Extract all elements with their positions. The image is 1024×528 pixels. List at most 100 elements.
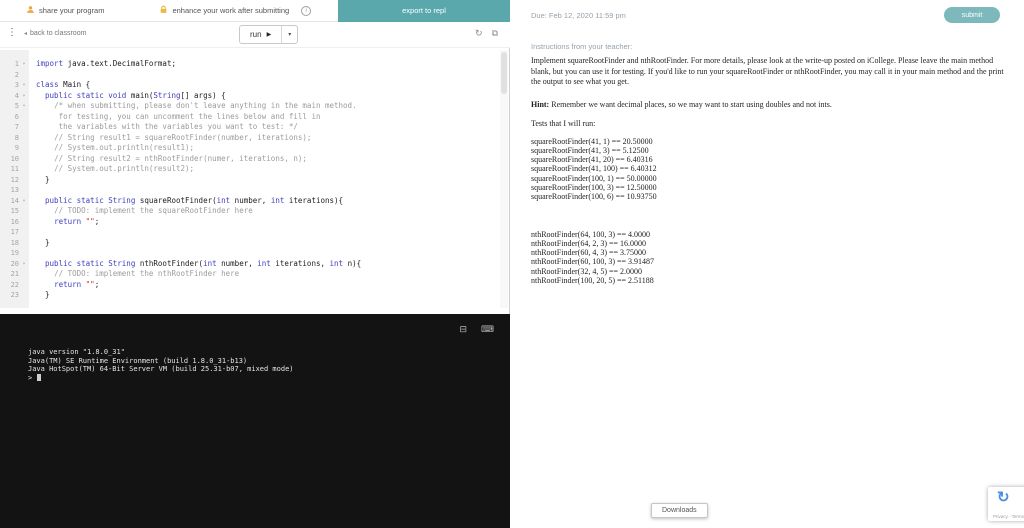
enhance-label: enhance your work after submitting <box>172 6 290 15</box>
recaptcha-badge[interactable]: ↻ Privacy - Terms <box>988 487 1024 521</box>
code-editor[interactable]: 1 ▾ import java.text.DecimalFormat; 2 3 ▾ clas… <box>0 50 502 308</box>
console-cursor <box>37 374 42 382</box>
line-number[interactable]: 5 ▾ <box>0 101 29 112</box>
line-number[interactable]: 13 <box>0 185 29 196</box>
scrollbar-thumb[interactable] <box>501 52 507 94</box>
code-line[interactable]: 14 ▾ public static String squareRootFinde… <box>0 195 502 207</box>
popout-icon[interactable]: ⧉ <box>492 28 498 39</box>
line-number[interactable]: 22 <box>0 279 29 290</box>
submit-button[interactable]: submit <box>944 7 1000 23</box>
code-line[interactable]: 16 return ""; <box>0 216 502 227</box>
test-case: nthRootFinder(64, 2, 3) == 16.0000 <box>531 238 647 248</box>
line-number[interactable]: 19 <box>0 248 29 259</box>
line-number[interactable]: 4 ▾ <box>0 90 29 102</box>
code-line[interactable]: 6 for testing, you can uncomment the lin… <box>0 111 502 122</box>
run-button[interactable]: run ▶ <box>240 26 281 43</box>
code-line[interactable]: 17 <box>0 227 502 238</box>
run-dropdown-button[interactable]: ▾ <box>281 26 297 43</box>
fold-arrow-icon <box>19 248 29 259</box>
code-line[interactable]: 19 <box>0 248 502 259</box>
code-line[interactable]: 21 // TODO: implement the nthRootFinder … <box>0 269 502 280</box>
fold-arrow-icon[interactable]: ▾ <box>19 59 29 70</box>
fold-arrow-icon[interactable]: ▾ <box>19 101 29 112</box>
console[interactable]: ⊟ ⌨ java version "1.8.0_31" Java(TM) SE R… <box>0 314 510 528</box>
lock-icon <box>159 5 168 16</box>
line-number[interactable]: 1 ▾ <box>0 59 29 70</box>
line-number[interactable]: 7 <box>0 122 29 133</box>
line-number[interactable]: 21 <box>0 269 29 280</box>
code-line[interactable]: 12 } <box>0 174 502 186</box>
code-line[interactable]: 10 // String result2 = nthRootFinder(num… <box>0 153 502 164</box>
fold-arrow-icon <box>19 70 29 81</box>
console-line: Java(TM) SE Runtime Environment (build 1… <box>28 356 248 365</box>
code-line[interactable]: 11 // System.out.println(result2); <box>0 164 502 175</box>
fold-arrow-icon[interactable]: ▾ <box>19 196 29 207</box>
code-line[interactable]: 1 ▾ import java.text.DecimalFormat; <box>0 59 502 70</box>
fold-arrow-icon <box>19 164 29 175</box>
line-number[interactable]: 11 <box>0 164 29 175</box>
person-icon <box>26 5 35 16</box>
console-prompt[interactable]: > <box>28 374 294 383</box>
test-case: nthRootFinder(64, 100, 3) == 4.0000 <box>531 229 651 239</box>
share-your-program[interactable]: share your program <box>26 5 104 16</box>
fold-arrow-icon[interactable]: ▾ <box>19 259 29 270</box>
code-line[interactable]: 23 } <box>0 290 502 301</box>
fold-arrow-icon <box>19 227 29 238</box>
refresh-icon[interactable]: ↻ <box>475 28 483 39</box>
line-number[interactable]: 9 <box>0 143 29 154</box>
share-label: share your program <box>39 6 105 15</box>
code-line[interactable]: 5 ▾ /* when submitting, please don't leav… <box>0 101 502 112</box>
line-number[interactable]: 8 <box>0 132 29 143</box>
code-line[interactable]: 4 ▾ public static void main(String[] args… <box>0 90 502 102</box>
line-number[interactable]: 23 <box>0 290 29 301</box>
code-line[interactable]: 22 return ""; <box>0 279 502 290</box>
back-to-classroom-link[interactable]: ◂ back to classroom <box>24 30 86 37</box>
downloads-tooltip: Downloads <box>651 503 708 518</box>
line-number[interactable]: 17 <box>0 227 29 238</box>
console-output: java version "1.8.0_31" Java(TM) SE Runti… <box>28 348 294 382</box>
code-text: // System.out.println(result2); <box>54 164 195 173</box>
tests-header: Tests that I will run: <box>531 119 596 128</box>
code-line[interactable]: 13 <box>0 185 502 196</box>
code-text: return ""; <box>54 279 100 289</box>
kebab-menu-icon[interactable]: ⋮ <box>7 27 17 38</box>
code-line[interactable]: 15 // TODO: implement the squareRootFind… <box>0 206 502 217</box>
line-number[interactable]: 10 <box>0 153 29 164</box>
code-line[interactable]: 2 <box>0 69 502 81</box>
test-case: squareRootFinder(100, 3) == 12.50000 <box>531 182 657 192</box>
line-number[interactable]: 15 <box>0 206 29 217</box>
fold-arrow-icon <box>19 175 29 186</box>
line-number[interactable]: 6 <box>0 111 29 122</box>
line-number[interactable]: 14 ▾ <box>0 195 29 207</box>
instructions-paragraph: Implement squareRootFinder and nthRootFi… <box>531 56 1004 86</box>
keyboard-icon[interactable]: ⌨ <box>481 325 494 335</box>
code-text: // String result1 = squareRootFinder(num… <box>54 132 312 142</box>
code-text: /* when submitting, please don't leave a… <box>54 101 357 110</box>
hint-text: Remember we want decimal places, so we m… <box>551 99 832 109</box>
line-number[interactable]: 16 <box>0 216 29 227</box>
fold-arrow-icon[interactable]: ▾ <box>19 80 29 91</box>
info-icon[interactable]: i <box>301 5 312 16</box>
instructions-header: Instructions from your teacher: <box>531 42 633 51</box>
code-line[interactable]: 7 the variables with the variables you w… <box>0 122 502 133</box>
console-icons: ⊟ ⌨ <box>459 325 494 335</box>
code-line[interactable]: 9 // System.out.println(result1); <box>0 143 502 154</box>
line-number[interactable]: 18 <box>0 237 29 248</box>
line-number[interactable]: 20 ▾ <box>0 258 29 270</box>
console-pane-icon[interactable]: ⊟ <box>459 325 467 335</box>
line-number[interactable]: 2 <box>0 69 29 81</box>
code-line[interactable]: 3 ▾ class Main { <box>0 80 502 91</box>
fold-arrow-icon[interactable]: ▾ <box>19 91 29 102</box>
code-text: } <box>36 237 50 247</box>
code-line[interactable]: 20 ▾ public static String nthRootFinder(i… <box>0 258 502 270</box>
export-to-repl-button[interactable]: export to repl <box>338 0 510 22</box>
hint-label: Hint: <box>531 99 550 109</box>
line-number[interactable]: 3 ▾ <box>0 80 29 91</box>
enhance-your-work[interactable]: enhance your work after submitting <box>159 5 289 16</box>
line-number[interactable]: 12 <box>0 174 29 186</box>
code-line[interactable]: 8 // String result1 = squareRootFinder(n… <box>0 132 502 143</box>
code-line[interactable]: 18 } <box>0 237 502 248</box>
editor-scrollbar[interactable] <box>500 50 508 308</box>
